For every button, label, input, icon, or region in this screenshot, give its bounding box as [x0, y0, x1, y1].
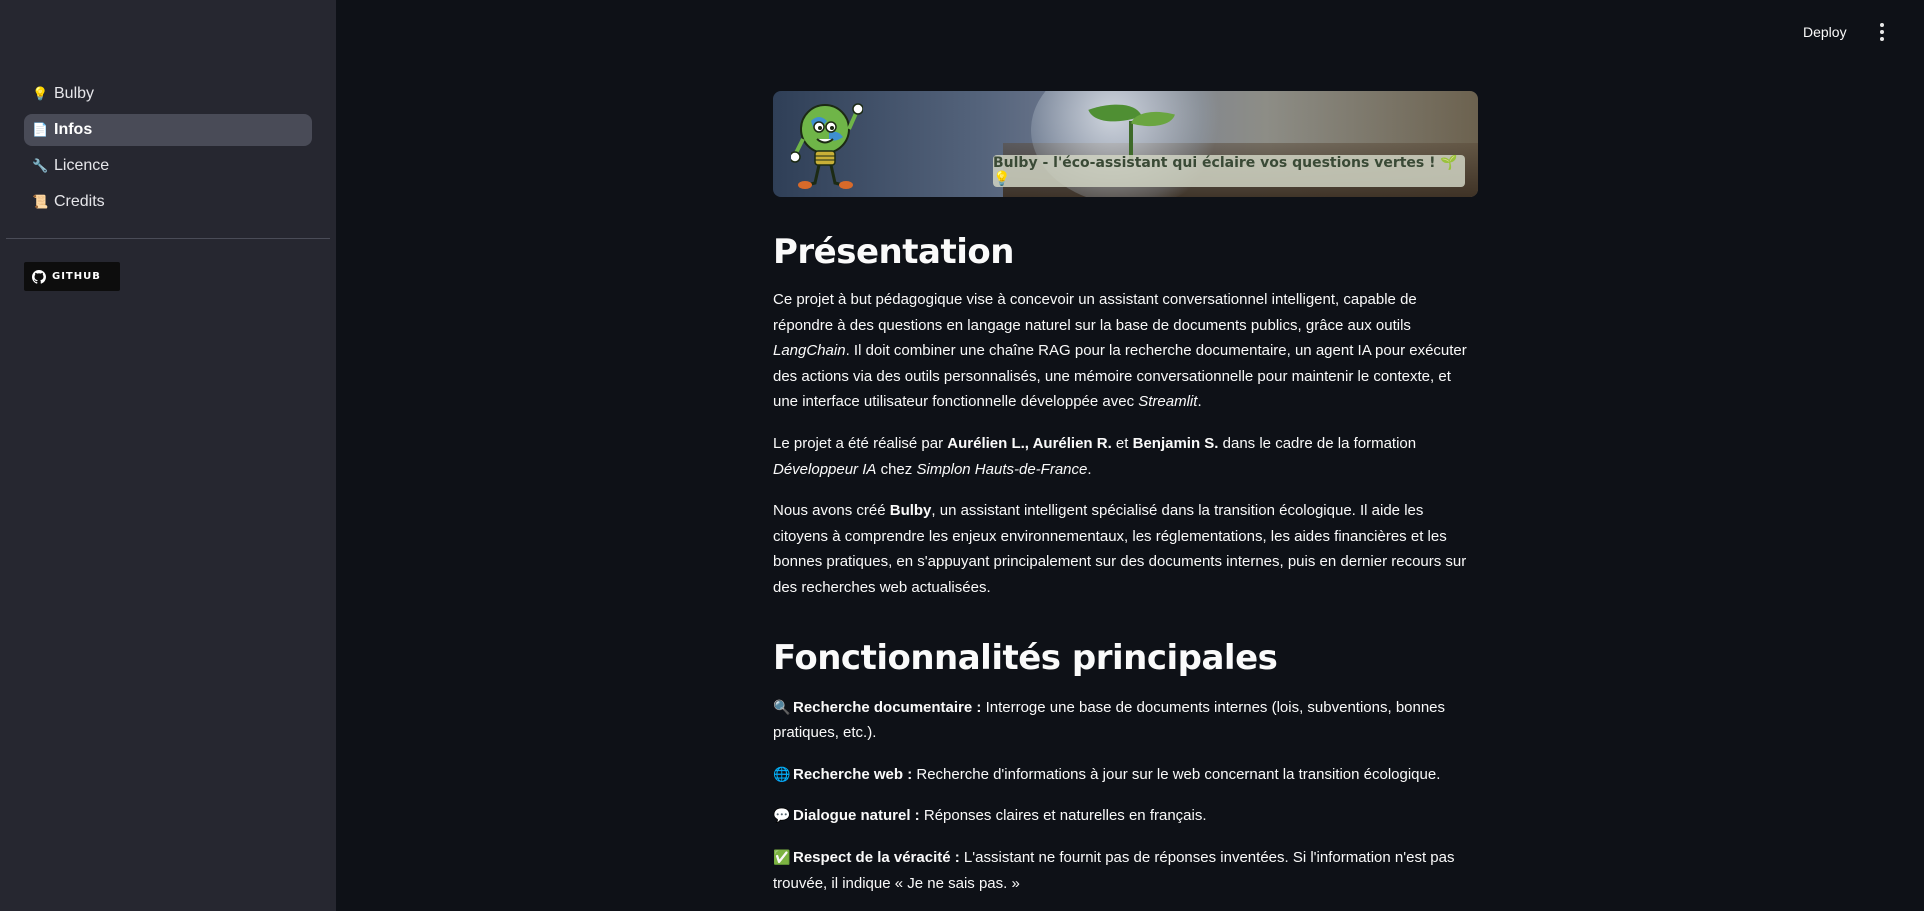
sidebar-item-infos[interactable]: 📄 Infos: [24, 114, 312, 146]
banner-caption: Bulby - l'éco-assistant qui éclaire vos …: [993, 155, 1465, 187]
feature-title: Dialogue naturel :: [793, 807, 920, 825]
sidebar-item-licence[interactable]: 🔧 Licence: [24, 150, 312, 182]
feature-text: Recherche d'informations à jour sur le w…: [912, 765, 1441, 783]
streamlit-text: Streamlit: [1138, 393, 1198, 411]
deploy-button[interactable]: Deploy: [1803, 20, 1847, 44]
text-span: Le projet a été réalisé par: [773, 434, 948, 452]
author-name: Aurélien L.: [947, 434, 1025, 452]
text-span: .: [1197, 393, 1202, 411]
presentation-heading: Présentation: [773, 232, 1014, 272]
sidebar-nav: 💡 Bulby 📄 Infos 🔧 Licence 📜 Credits: [24, 78, 312, 222]
school-name: Simplon Hauts-de-France: [916, 460, 1088, 478]
text-span: .: [1087, 460, 1092, 478]
kebab-menu-icon[interactable]: [1872, 20, 1892, 44]
feature-title: Recherche documentaire :: [793, 698, 982, 716]
text-span: ,: [1024, 434, 1033, 452]
github-badge-label: GITHUB: [52, 271, 101, 282]
feature-title: Respect de la véracité :: [793, 848, 960, 866]
scroll-icon: 📜: [32, 194, 49, 209]
feature-item: 🔍 Recherche documentaire : Interroge une …: [773, 695, 1478, 746]
sidebar-item-label: Bulby: [54, 85, 95, 102]
banner-image: Bulby - l'éco-assistant qui éclaire vos …: [773, 91, 1478, 197]
text-span: . Il doit combiner une chaîne RAG pour l…: [773, 342, 1467, 411]
sidebar-item-label: Licence: [54, 157, 110, 174]
lightbulb-icon: 💡: [32, 86, 49, 101]
page-icon: 📄: [32, 122, 49, 137]
sidebar-item-label: Infos: [54, 121, 93, 138]
feature-item: 🌐 Recherche web : Recherche d'information…: [773, 762, 1478, 788]
presentation-paragraph-2: Le projet a été réalisé par Aurélien L.,…: [773, 431, 1478, 482]
sidebar: 💡 Bulby 📄 Infos 🔧 Licence 📜 Credits GITH…: [0, 0, 336, 911]
text-span: dans le cadre de la formation: [1218, 434, 1417, 452]
github-badge-link[interactable]: GITHUB: [24, 262, 120, 291]
feature-item: ✅ Respect de la véracité : L'assistant ne…: [773, 845, 1478, 896]
sidebar-item-bulby[interactable]: 💡 Bulby: [24, 78, 312, 110]
feature-text: Réponses claires et naturelles en frança…: [919, 807, 1207, 825]
text-span: Ce projet à but pédagogique vise à conce…: [773, 291, 1417, 334]
feature-item: 💬 Dialogue naturel : Réponses claires et …: [773, 803, 1478, 829]
wrench-icon: 🔧: [32, 158, 49, 173]
features-heading: Fonctionnalités principales: [773, 637, 1278, 678]
sidebar-divider: [6, 238, 330, 239]
github-icon: [32, 269, 46, 284]
text-span: Nous avons créé: [773, 502, 890, 520]
text-span: chez: [876, 460, 917, 478]
sidebar-item-label: Credits: [54, 193, 105, 210]
formation-name: Développeur IA: [773, 460, 877, 478]
presentation-paragraph-3: Nous avons créé Bulby, un assistant inte…: [773, 498, 1478, 600]
text-span: et: [1111, 434, 1133, 452]
presentation-paragraph-1: Ce projet à but pédagogique vise à conce…: [773, 287, 1478, 415]
app-root: 💡 Bulby 📄 Infos 🔧 Licence 📜 Credits GITH…: [0, 0, 1924, 911]
bulby-name: Bulby: [889, 502, 932, 520]
check-mark-icon: ✅: [773, 848, 791, 865]
magnifier-icon: 🔍: [773, 698, 791, 715]
speech-bubble-icon: 💬: [773, 807, 791, 824]
bulby-mascot-icon: [791, 103, 863, 189]
feature-title: Recherche web :: [793, 765, 913, 783]
author-name: Aurélien R.: [1032, 434, 1112, 452]
author-name: Benjamin S.: [1132, 434, 1219, 452]
main-content: Bulby - l'éco-assistant qui éclaire vos …: [773, 91, 1478, 896]
globe-icon: 🌐: [773, 765, 791, 782]
sidebar-item-credits[interactable]: 📜 Credits: [24, 186, 312, 218]
langchain-text: LangChain: [773, 342, 846, 360]
